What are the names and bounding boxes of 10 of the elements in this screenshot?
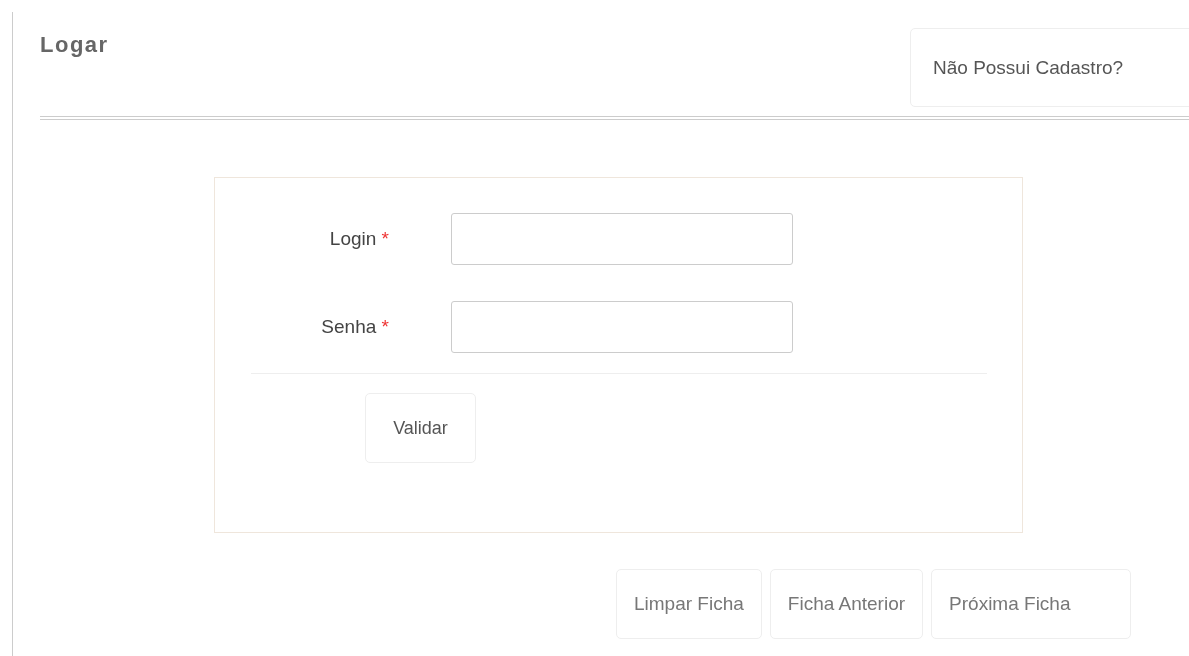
field-label: Senha * [320,316,390,338]
page-title: Logar [40,32,109,58]
footer-button[interactable]: Limpar Ficha [616,569,762,639]
validate-button[interactable]: Validar [365,393,476,463]
footer-button[interactable]: Próxima Ficha [931,569,1132,639]
input-field[interactable] [451,301,793,353]
field-label: Login * [328,228,390,250]
register-button[interactable]: Não Possui Cadastro? [910,28,1189,107]
footer-button[interactable]: Ficha Anterior [769,569,924,639]
input-field[interactable] [451,213,793,265]
